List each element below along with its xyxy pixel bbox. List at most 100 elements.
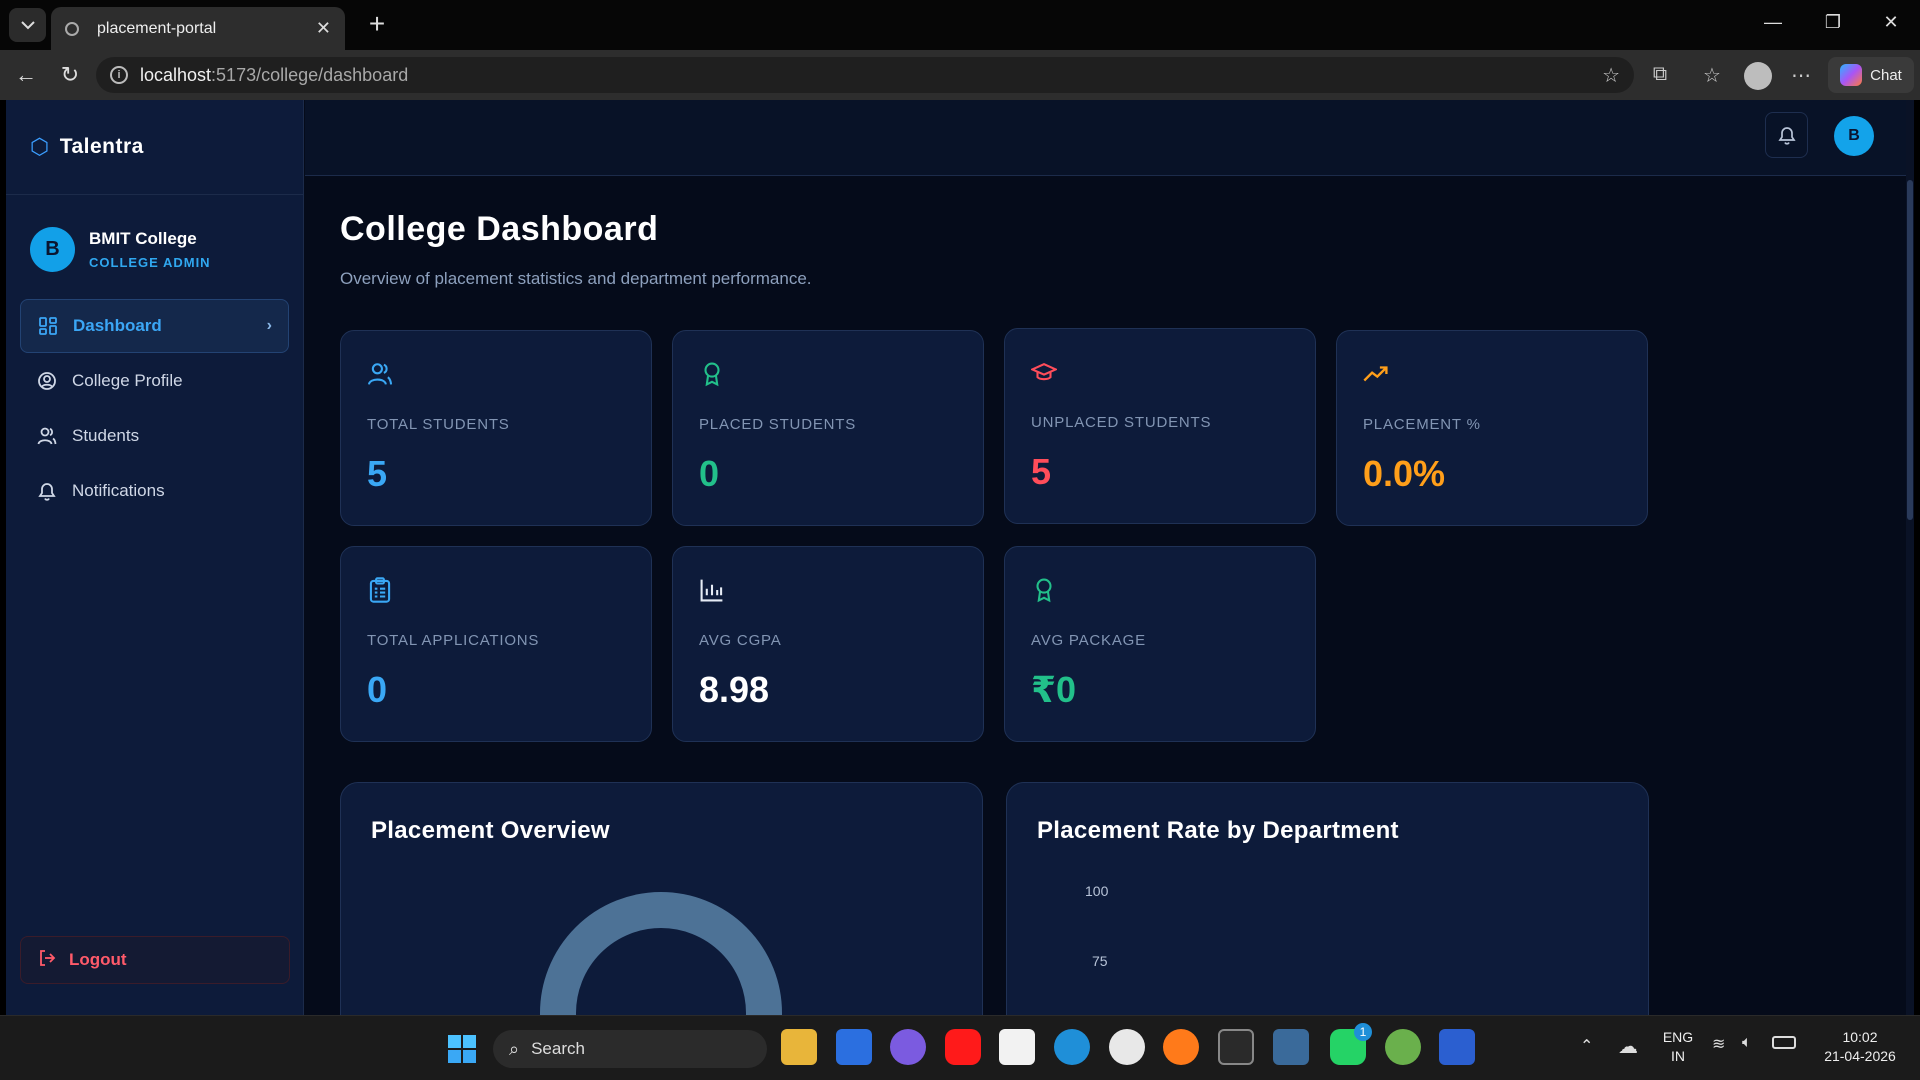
stat-card-placed-students: PLACED STUDENTS 0 xyxy=(672,330,984,526)
page-title: College Dashboard xyxy=(340,210,659,248)
stat-value: 0.0% xyxy=(1363,453,1446,494)
sidebar-item-notifications[interactable]: Notifications xyxy=(20,464,289,518)
wifi-icon[interactable]: ≋ xyxy=(1712,1034,1725,1054)
taskbar: ⌕ Search 1 ⌃ ☁ ENG IN ≋ 🔈︎ 10:02 21-04-2… xyxy=(0,1015,1920,1080)
window-close-button[interactable]: ✕ xyxy=(1876,12,1906,33)
notifications-button[interactable] xyxy=(1765,112,1808,158)
sidebar-item-label: College Profile xyxy=(72,371,183,390)
stat-card-total-applications: TOTAL APPLICATIONS 0 xyxy=(340,546,652,742)
stat-value: 5 xyxy=(1031,451,1052,492)
app-icon[interactable] xyxy=(836,1029,872,1065)
taskbar-search[interactable]: ⌕ Search xyxy=(493,1030,767,1068)
college-info: B BMIT College COLLEGE ADMIN xyxy=(6,195,303,272)
lang-bottom: IN xyxy=(1671,1048,1685,1064)
site-info-icon[interactable]: i xyxy=(110,66,128,84)
profile-icon xyxy=(36,370,58,392)
college-avatar: B xyxy=(30,227,75,272)
copilot-chat-button[interactable]: Chat xyxy=(1828,57,1914,93)
sidebar-item-dashboard[interactable]: Dashboard › xyxy=(20,299,289,353)
youtube-icon[interactable] xyxy=(945,1029,981,1065)
clock[interactable]: 10:02 21-04-2026 xyxy=(1810,1028,1910,1066)
stat-value: ₹0 xyxy=(1031,669,1077,710)
college-name: BMIT College xyxy=(89,229,197,248)
sidebar-item-college-profile[interactable]: College Profile xyxy=(20,354,289,408)
stat-card-placement-percent: PLACEMENT % 0.0% xyxy=(1336,330,1648,526)
sidebar-item-label: Dashboard xyxy=(73,316,162,335)
scrollbar-track[interactable] xyxy=(1906,100,1914,1015)
sidebar-item-label: Students xyxy=(72,426,140,445)
tab-close-icon[interactable]: ✕ xyxy=(316,18,331,39)
stat-value: 0 xyxy=(699,453,720,494)
volume-icon[interactable]: 🔈︎ xyxy=(1742,1034,1752,1052)
url-host: localhost xyxy=(140,64,212,85)
search-label: Search xyxy=(531,1039,585,1058)
stat-card-avg-package: AVG PACKAGE ₹0 xyxy=(1004,546,1316,742)
graduation-cap-icon xyxy=(1029,359,1059,390)
battery-icon[interactable] xyxy=(1772,1036,1796,1049)
app-icon[interactable] xyxy=(1163,1029,1199,1065)
user-avatar[interactable]: B xyxy=(1834,116,1874,156)
windows-start-icon[interactable] xyxy=(447,1034,477,1064)
browser-tab-bar: placement-portal ✕ + — ❐ ✕ xyxy=(0,0,1920,50)
stat-label: AVG PACKAGE xyxy=(1031,632,1146,649)
stat-label: PLACED STUDENTS xyxy=(699,416,857,433)
profile-avatar[interactable] xyxy=(1744,62,1772,90)
minimize-button[interactable]: — xyxy=(1758,12,1788,33)
app-icon[interactable] xyxy=(1109,1029,1145,1065)
bell-icon xyxy=(36,480,58,502)
stat-value: 8.98 xyxy=(699,669,770,710)
copilot-logo-icon xyxy=(1840,64,1863,86)
tab-title: placement-portal xyxy=(97,19,217,37)
scrollbar-thumb[interactable] xyxy=(1907,180,1913,520)
reload-button[interactable]: ↻ xyxy=(56,62,84,90)
language-indicator[interactable]: ENG IN xyxy=(1660,1028,1696,1066)
file-explorer-icon[interactable] xyxy=(781,1029,817,1065)
new-tab-button[interactable]: + xyxy=(362,10,392,40)
cloud-icon[interactable]: ☁ xyxy=(1618,1034,1638,1059)
sidebar-menu: Dashboard › College Profile Students Not… xyxy=(6,299,303,518)
logout-label: Logout xyxy=(69,950,127,969)
whatsapp-icon[interactable]: 1 xyxy=(1330,1023,1372,1065)
sidebar-item-students[interactable]: Students xyxy=(20,409,289,463)
back-button[interactable]: ← xyxy=(12,62,40,90)
chat-label: Chat xyxy=(1870,66,1902,84)
award-icon xyxy=(1031,577,1057,608)
stat-label: TOTAL APPLICATIONS xyxy=(367,632,540,649)
url-path: :5173/college/dashboard xyxy=(211,64,409,85)
microsoft-store-icon[interactable] xyxy=(999,1029,1035,1065)
tray-overflow-icon[interactable]: ⌃ xyxy=(1580,1036,1593,1056)
browser-tab[interactable]: placement-portal ✕ xyxy=(51,7,345,50)
chevron-right-icon: › xyxy=(266,317,272,334)
sidebar-item-label: Notifications xyxy=(72,481,165,500)
lang-top: ENG xyxy=(1662,1029,1694,1045)
app-icon[interactable] xyxy=(1273,1029,1309,1065)
brand-name: Talentra xyxy=(59,135,144,158)
placement-donut-chart xyxy=(540,892,782,1015)
terminal-icon[interactable] xyxy=(1218,1029,1254,1065)
stat-label: AVG CGPA xyxy=(699,632,782,649)
app-icon[interactable] xyxy=(1385,1029,1421,1065)
word-icon[interactable] xyxy=(1439,1029,1475,1065)
stat-card-total-students: TOTAL STUDENTS 5 xyxy=(340,330,652,526)
brand[interactable]: ⬡ Talentra xyxy=(6,100,303,195)
more-menu-icon[interactable]: ⋯ xyxy=(1787,63,1815,88)
page-subtitle: Overview of placement statistics and dep… xyxy=(340,269,812,288)
address-bar[interactable]: i localhost:5173/college/dashboard ☆ xyxy=(96,57,1634,93)
placement-overview-panel: Placement Overview xyxy=(340,782,983,1015)
stat-value: 0 xyxy=(367,669,388,710)
app-icon[interactable] xyxy=(890,1029,926,1065)
clipboard-icon xyxy=(367,577,393,608)
stat-label: UNPLACED STUDENTS xyxy=(1031,414,1212,431)
sidebar: ⬡ Talentra B BMIT College COLLEGE ADMIN … xyxy=(6,100,304,1015)
tab-actions-button[interactable] xyxy=(9,8,46,42)
restore-button[interactable]: ❐ xyxy=(1818,12,1848,33)
hexagon-logo-icon: ⬡ xyxy=(30,134,50,159)
app-viewport: ⬡ Talentra B BMIT College COLLEGE ADMIN … xyxy=(6,100,1914,1015)
extensions-icon[interactable]: ⧉ xyxy=(1646,63,1674,86)
logout-button[interactable]: Logout xyxy=(20,936,290,984)
y-tick-label: 100 xyxy=(1085,883,1109,899)
edge-browser-icon[interactable] xyxy=(1054,1029,1090,1065)
donut-ring[interactable] xyxy=(540,892,782,1015)
favorite-star-icon[interactable]: ☆ xyxy=(1602,63,1620,88)
favorites-icon[interactable]: ☆ xyxy=(1698,63,1726,88)
